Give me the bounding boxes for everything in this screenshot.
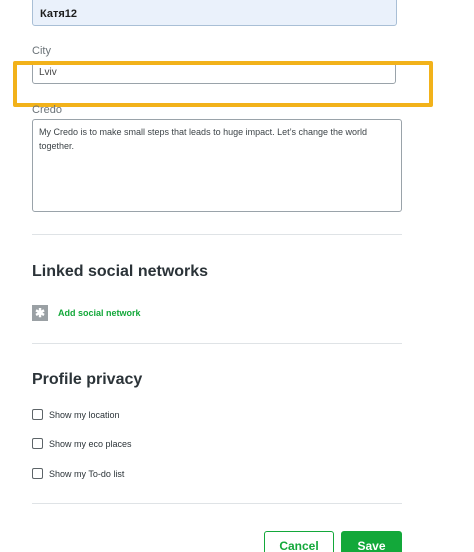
- todo-list-checkbox[interactable]: [32, 468, 43, 479]
- privacy-option-todo-list[interactable]: Show my To-do list: [32, 468, 124, 479]
- section-divider: [32, 343, 402, 344]
- save-button[interactable]: Save: [341, 531, 402, 552]
- checkbox-label: Show my To-do list: [49, 468, 125, 479]
- edit-profile-page: City Credo My Credo is to make small ste…: [0, 0, 474, 552]
- privacy-option-location[interactable]: Show my location: [32, 409, 120, 420]
- section-divider: [32, 503, 402, 504]
- add-social-network-label: Add social network: [58, 308, 141, 318]
- cancel-button-label: Cancel: [279, 539, 319, 552]
- city-label: City: [32, 45, 51, 57]
- eco-places-checkbox[interactable]: [32, 438, 43, 449]
- profile-privacy-heading: Profile privacy: [32, 371, 143, 388]
- city-input[interactable]: [32, 62, 396, 84]
- privacy-option-eco-places[interactable]: Show my eco places: [32, 438, 132, 449]
- checkbox-label: Show my location: [49, 409, 120, 420]
- save-button-label: Save: [357, 539, 386, 552]
- cancel-button[interactable]: Cancel: [264, 531, 334, 552]
- username-field[interactable]: [32, 0, 397, 26]
- location-checkbox[interactable]: [32, 409, 43, 420]
- credo-textarea[interactable]: My Credo is to make small steps that lea…: [32, 119, 402, 212]
- checkbox-label: Show my eco places: [49, 438, 132, 449]
- snowflake-icon: ✱: [32, 305, 48, 321]
- add-social-network-button[interactable]: ✱ Add social network: [32, 305, 141, 321]
- linked-social-networks-heading: Linked social networks: [32, 263, 209, 280]
- section-divider: [32, 234, 402, 235]
- credo-label: Credo: [32, 104, 62, 116]
